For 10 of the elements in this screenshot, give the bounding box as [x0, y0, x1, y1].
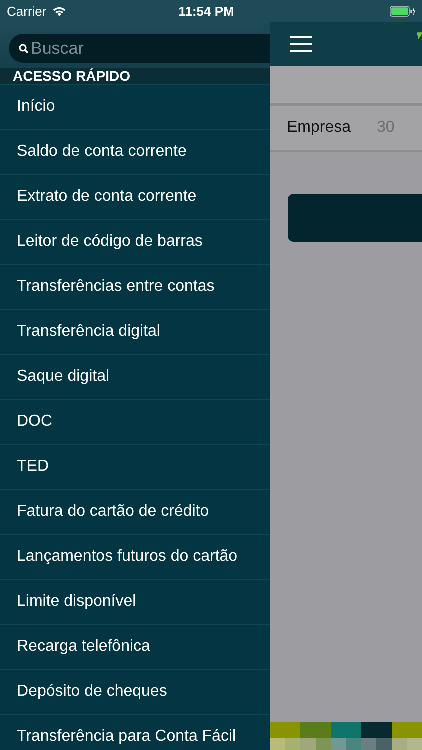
logo-icon: [417, 32, 422, 40]
row-label: Empresa: [287, 119, 352, 137]
clock-time: 11:54 PM: [178, 4, 234, 18]
section-header: ACESSO RÁPIDO: [0, 68, 270, 84]
battery-icon: [390, 6, 416, 16]
search-field[interactable]: Buscar: [9, 34, 270, 63]
menu-icon[interactable]: [290, 36, 312, 52]
wifi-icon: [52, 6, 67, 16]
carrier-label: Carrier: [7, 4, 47, 18]
search-icon: [19, 44, 29, 54]
